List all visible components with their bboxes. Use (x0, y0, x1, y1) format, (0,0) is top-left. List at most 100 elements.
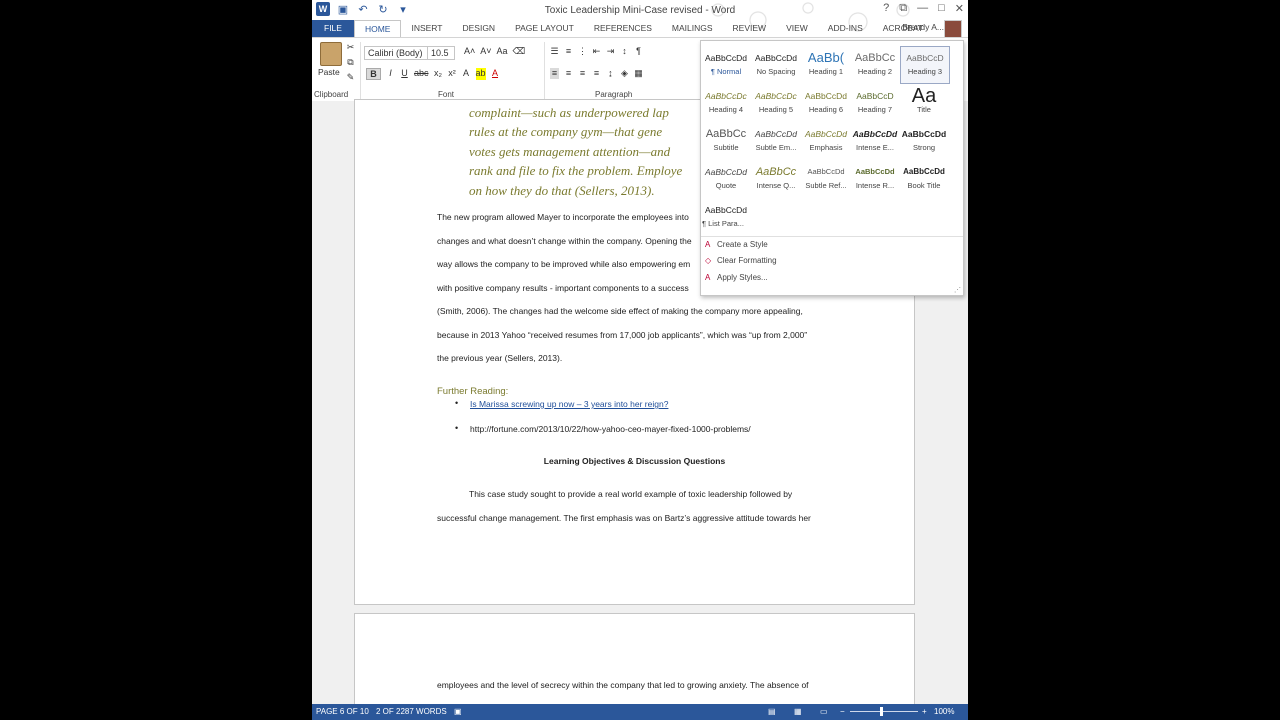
style-subtle-emphasis[interactable]: AaBbCcDd Subtle Em... (752, 123, 800, 159)
tab-view[interactable]: VIEW (776, 20, 818, 37)
zoom-out-icon[interactable]: − (840, 704, 845, 720)
shading-icon[interactable]: ◈ (620, 68, 629, 79)
zoom-slider-thumb[interactable] (880, 707, 883, 716)
create-style-button[interactable]: A Create a Style (705, 240, 768, 249)
multilevel-list-icon[interactable]: ⋮ (578, 46, 587, 57)
tab-home[interactable]: HOME (353, 20, 402, 37)
superscript-button[interactable]: x² (448, 68, 457, 80)
print-layout-icon[interactable]: ▦ (794, 704, 802, 720)
style-emphasis[interactable]: AaBbCcDd Emphasis (802, 123, 850, 159)
style-strong[interactable]: AaBbCcDd Strong (900, 123, 948, 159)
apply-styles-button[interactable]: A Apply Styles... (705, 273, 768, 282)
shrink-font-icon[interactable]: A˅ (480, 46, 491, 57)
style-no-spacing[interactable]: AaBbCcDd No Spacing (752, 47, 800, 83)
tab-page-layout[interactable]: PAGE LAYOUT (505, 20, 584, 37)
style-intense-quote[interactable]: AaBbCc Intense Q... (752, 161, 800, 197)
style-intense-reference[interactable]: AaBbCcDd Intense R... (851, 161, 899, 197)
cut-icon[interactable]: ✂ (346, 42, 355, 53)
align-right-icon[interactable]: ≡ (578, 68, 587, 79)
text-effects-icon[interactable]: A (462, 68, 471, 80)
further-reading-link[interactable]: Is Marissa screwing up now – 3 years int… (470, 399, 668, 409)
style-heading-3[interactable]: AaBbCcD Heading 3 (900, 46, 950, 84)
line-spacing-icon[interactable]: ↨ (606, 68, 615, 79)
zoom-in-icon[interactable]: + (922, 704, 927, 720)
bold-button[interactable]: B (366, 68, 381, 80)
close-icon[interactable]: ✕ (955, 2, 964, 15)
user-name[interactable]: Brandy A... (902, 22, 944, 32)
tab-design[interactable]: DESIGN (452, 20, 505, 37)
read-mode-icon[interactable]: ▤ (768, 704, 776, 720)
resize-grip-icon[interactable]: ⋰ (954, 286, 961, 294)
minimize-icon[interactable]: — (917, 2, 928, 15)
group-label-font: Font (438, 90, 455, 99)
strikethrough-button[interactable]: abc (414, 68, 429, 80)
style-name: ¶ Normal (710, 67, 742, 76)
style-quote[interactable]: AaBbCcDd Quote (702, 161, 750, 197)
align-center-icon[interactable]: ≡ (564, 68, 573, 79)
justify-icon[interactable]: ≡ (592, 68, 601, 79)
tab-insert[interactable]: INSERT (401, 20, 452, 37)
style-heading-5[interactable]: AaBbCcDc Heading 5 (752, 85, 800, 121)
sort-icon[interactable]: ↕ (620, 46, 629, 57)
style-heading-1[interactable]: AaBb( Heading 1 (802, 47, 850, 83)
underline-button[interactable]: U (400, 68, 409, 80)
clear-formatting-button[interactable]: ◇ Clear Formatting (705, 256, 777, 265)
style-subtitle[interactable]: AaBbCc Subtitle (702, 123, 750, 159)
clear-formatting-icon[interactable]: ⌫ (513, 46, 526, 57)
tab-review[interactable]: REVIEW (723, 20, 777, 37)
style-heading-4[interactable]: AaBbCcDc Heading 4 (702, 85, 750, 121)
page-indicator[interactable]: PAGE 6 OF 10 (316, 704, 369, 720)
help-icon[interactable]: ? (883, 2, 889, 15)
style-name: Heading 4 (708, 105, 744, 114)
style-title[interactable]: Aa Title (900, 85, 948, 121)
style-list-paragraph[interactable]: AaBbCcDd ¶ List Para... (702, 199, 750, 235)
zoom-level[interactable]: 100% (934, 704, 954, 720)
ribbon-display-icon[interactable]: ⧉ (899, 2, 907, 15)
paste-icon[interactable] (320, 42, 342, 66)
borders-icon[interactable]: ▦ (634, 68, 643, 79)
bullets-icon[interactable]: ☰ (550, 46, 559, 57)
copy-icon[interactable]: ⧉ (346, 57, 355, 68)
word-count[interactable]: 2 OF 2287 WORDS (376, 704, 447, 720)
font-color-icon[interactable]: A (491, 68, 500, 80)
italic-button[interactable]: I (386, 68, 395, 80)
style-book-title[interactable]: AaBbCcDd Book Title (900, 161, 948, 197)
numbering-icon[interactable]: ≡ (564, 46, 573, 57)
font-size-select[interactable]: 10.5 (427, 46, 455, 60)
increase-indent-icon[interactable]: ⇥ (606, 46, 615, 57)
tab-mailings[interactable]: MAILINGS (662, 20, 723, 37)
tab-references[interactable]: REFERENCES (584, 20, 662, 37)
tab-add-ins[interactable]: ADD-INS (818, 20, 873, 37)
body-text-line: changes and what doesn’t change within t… (437, 236, 692, 246)
style-preview: AaBbCcDc (705, 91, 747, 101)
align-left-icon[interactable]: ≡ (550, 68, 559, 79)
style-heading-6[interactable]: AaBbCcDd Heading 6 (802, 85, 850, 121)
page-7[interactable]: employees and the level of secrecy withi… (354, 613, 915, 715)
style-name: Intense Q... (756, 181, 796, 190)
show-marks-icon[interactable]: ¶ (634, 46, 643, 57)
proofing-icon[interactable]: ▣ (454, 704, 462, 720)
decrease-indent-icon[interactable]: ⇤ (592, 46, 601, 57)
style-normal[interactable]: AaBbCcDd ¶ Normal (702, 47, 750, 83)
style-name: Heading 6 (808, 105, 844, 114)
subscript-button[interactable]: x₂ (434, 68, 443, 80)
avatar[interactable] (944, 20, 962, 38)
grow-font-icon[interactable]: A˄ (464, 46, 475, 57)
format-painter-icon[interactable]: ✎ (346, 72, 355, 83)
bullet-icon: • (455, 423, 459, 433)
paste-button[interactable]: Paste (318, 67, 340, 77)
change-case-icon[interactable]: Aa (497, 46, 508, 57)
divider (544, 42, 545, 100)
tab-file[interactable]: FILE (312, 20, 354, 37)
web-layout-icon[interactable]: ▭ (820, 704, 828, 720)
maximize-icon[interactable]: □ (938, 2, 945, 15)
style-intense-emphasis[interactable]: AaBbCcDd Intense E... (851, 123, 899, 159)
zoom-slider[interactable] (850, 711, 918, 712)
style-preview: AaBbCcDc (755, 91, 797, 101)
style-subtle-reference[interactable]: AaBbCcDd Subtle Ref... (802, 161, 850, 197)
highlight-icon[interactable]: ab (475, 68, 486, 80)
paragraph-list-tools: ☰ ≡ ⋮ ⇤ ⇥ ↕ ¶ (550, 46, 643, 57)
style-heading-2[interactable]: AaBbCc Heading 2 (851, 47, 899, 83)
font-name-select[interactable]: Calibri (Body) (364, 46, 428, 60)
style-heading-7[interactable]: AaBbCcD Heading 7 (851, 85, 899, 121)
